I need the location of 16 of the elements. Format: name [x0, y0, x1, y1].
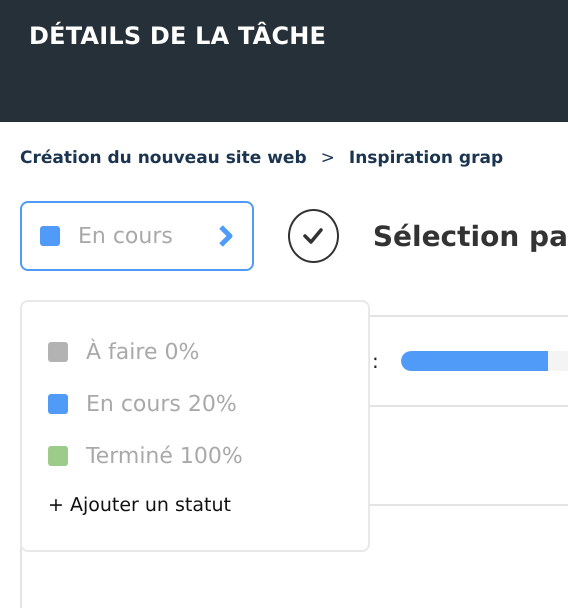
- status-option-label: Terminé 100%: [86, 444, 243, 468]
- progress-label: :: [372, 349, 379, 373]
- breadcrumb-link[interactable]: Inspiration grap: [348, 148, 504, 168]
- breadcrumb-separator: >: [320, 148, 335, 168]
- status-option[interactable]: En cours 20%: [48, 378, 368, 430]
- chevron-icon: [218, 224, 234, 248]
- status-dropdown[interactable]: En cours: [20, 201, 254, 271]
- status-option-label: À faire 0%: [86, 340, 200, 364]
- breadcrumb-link[interactable]: Création du nouveau site web: [20, 148, 307, 168]
- checkmark-icon: [302, 227, 324, 245]
- status-option[interactable]: À faire 0%: [48, 326, 368, 378]
- task-title: Sélection pa: [372, 220, 568, 252]
- status-option-label: En cours 20%: [86, 392, 237, 416]
- status-option[interactable]: Terminé 100%: [48, 430, 368, 482]
- add-status-link[interactable]: + Ajouter un statut: [48, 494, 231, 516]
- page-title: DÉTAILS DE LA TÂCHE: [29, 22, 326, 50]
